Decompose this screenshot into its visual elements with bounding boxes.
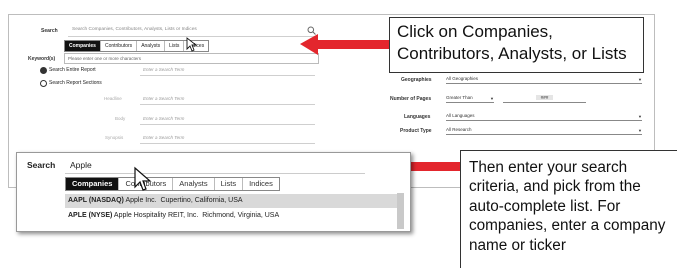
zoom-search-underline xyxy=(65,173,365,174)
result-name: Apple Inc. xyxy=(125,197,157,204)
result-ticker: APLE (NYSE) xyxy=(68,212,113,219)
zoom-tab-lists[interactable]: Lists xyxy=(215,178,244,190)
zoom-tab-analysts[interactable]: Analysts xyxy=(173,178,215,190)
result-location: Richmond, Virginia, USA xyxy=(202,212,280,219)
autocomplete-result[interactable]: AAPL (NASDAQ) Apple Inc. Cupertino, Cali… xyxy=(65,194,401,208)
zoom-search-input[interactable]: Apple xyxy=(70,160,92,170)
arrow-to-tabs-icon xyxy=(300,34,389,55)
autocomplete-result[interactable]: APLE (NYSE) Apple Hospitality REIT, Inc.… xyxy=(65,209,401,223)
callout-enter-criteria: Then enter your search criteria, and pic… xyxy=(460,150,677,268)
zoomed-search-panel: Search Apple Companies Contributors Anal… xyxy=(16,152,411,232)
result-name: Apple Hospitality REIT, Inc. xyxy=(113,212,199,219)
zoom-tab-companies[interactable]: Companies xyxy=(66,178,120,190)
zoom-search-label: Search xyxy=(27,160,56,170)
zoom-tab-indices[interactable]: Indices xyxy=(243,178,279,190)
zoom-search-type-tabs: Companies Contributors Analysts Lists In… xyxy=(65,177,280,191)
result-ticker: AAPL (NASDAQ) xyxy=(68,197,124,204)
mouse-cursor-large-icon xyxy=(134,166,152,191)
results-scrollbar[interactable] xyxy=(397,193,404,229)
result-location: Cupertino, California, USA xyxy=(160,197,243,204)
